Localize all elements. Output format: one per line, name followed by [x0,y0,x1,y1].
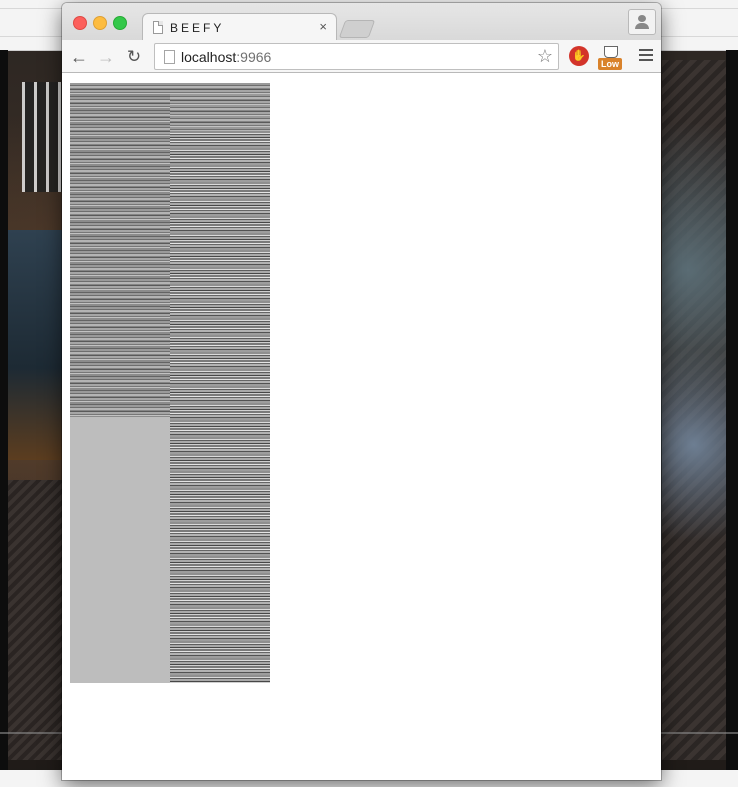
stop-hand-icon[interactable]: ✋ [569,46,589,66]
url-host: localhost [181,49,237,65]
background-painting-floor [8,480,62,760]
render-canvas [70,83,270,683]
background-painting-right [662,60,726,760]
tab-strip: BEEFY × [62,3,661,40]
background-painting-window [22,82,62,192]
tab-title: BEEFY [170,21,225,35]
coffee-cup-icon [604,46,618,58]
back-button[interactable]: ← [68,46,90,68]
minimize-window-button[interactable] [93,16,107,30]
close-tab-icon[interactable]: × [319,19,327,34]
right-stripe-column [170,131,270,683]
right-stripe-column-top [170,83,270,131]
low-extension-button[interactable]: Low [598,44,622,70]
url-port: :9966 [236,49,272,65]
page-icon [153,21,163,34]
page-icon [164,50,175,64]
tab-beefy[interactable]: BEEFY × [142,13,337,40]
menu-icon[interactable] [639,49,653,63]
bookmark-star-icon[interactable]: ☆ [537,46,553,67]
left-gray-block [70,417,170,683]
url-text[interactable]: localhost:9966 [181,49,271,65]
maximize-window-button[interactable] [113,16,127,30]
page-viewport [62,73,661,780]
left-stripe-column [70,83,170,417]
close-window-button[interactable] [73,16,87,30]
address-bar[interactable]: localhost:9966 ☆ [154,43,559,70]
browser-window: BEEFY × ← → ↻ localhost:9966 ☆ ✋ Low [62,3,661,780]
low-badge: Low [598,58,622,70]
video-letterbox-right [726,50,738,770]
video-letterbox-left [0,50,8,770]
new-tab-button[interactable] [338,20,376,38]
reload-button[interactable]: ↻ [123,46,145,68]
profile-button[interactable] [628,9,656,35]
forward-button[interactable]: → [95,46,117,68]
profile-icon [638,15,646,22]
browser-toolbar: ← → ↻ localhost:9966 ☆ ✋ Low [62,40,661,73]
background-painting-door [8,230,62,460]
